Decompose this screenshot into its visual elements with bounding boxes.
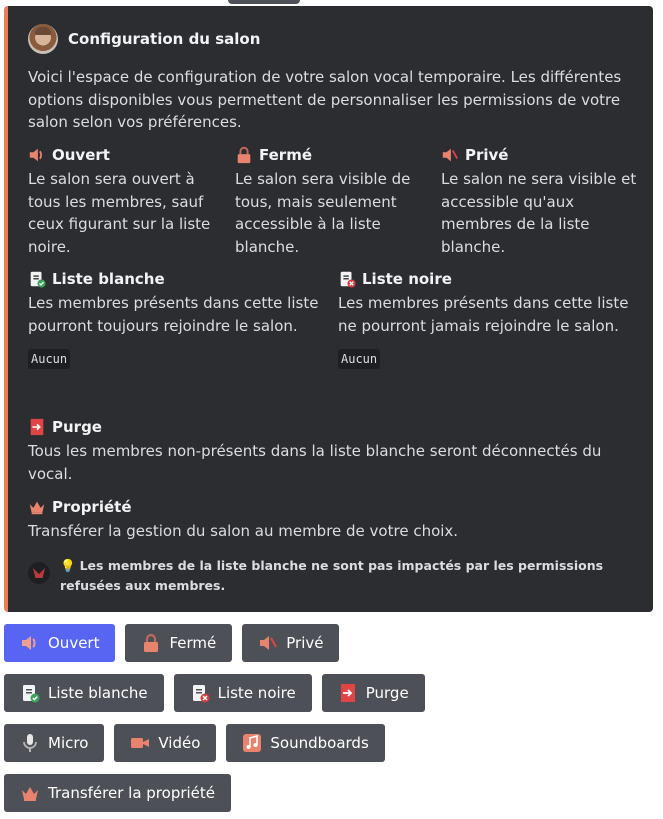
button-row-2: Liste blanche Liste noire Purge: [4, 674, 425, 712]
field-value-propriete: Transférer la gestion du salon au membre…: [28, 522, 459, 540]
field-title-prive: Privé: [465, 146, 509, 164]
field-title-propriete: Propriété: [52, 498, 132, 516]
speaker-icon: [20, 633, 40, 653]
clipboard-check-icon: [20, 683, 40, 703]
micro-button-label: Micro: [48, 734, 89, 752]
liste-blanche-button[interactable]: Liste blanche: [4, 674, 164, 712]
video-camera-icon: [130, 733, 150, 753]
soundboards-button[interactable]: Soundboards: [226, 724, 385, 762]
prive-button-label: Privé: [286, 634, 324, 652]
speaker-muted-icon: [441, 146, 459, 164]
clipboard-check-icon: [28, 270, 46, 288]
liste-noire-button-label: Liste noire: [217, 684, 296, 702]
transferer-propriete-button-label: Transférer la propriété: [48, 784, 216, 802]
field-title-liste-blanche: Liste blanche: [52, 270, 165, 288]
field-purge: Purge Tous les membres non-présents dans…: [28, 416, 628, 485]
field-title-ferme: Fermé: [259, 146, 313, 164]
author-name: Configuration du salon: [68, 30, 261, 48]
lock-icon: [235, 146, 253, 164]
video-button[interactable]: Vidéo: [114, 724, 217, 762]
ferme-button[interactable]: Fermé: [125, 624, 233, 662]
footer-text: Les membres de la liste blanche ne sont …: [60, 558, 604, 593]
field-title-purge: Purge: [52, 418, 102, 436]
author-avatar: [28, 24, 58, 54]
blacklist-members: Aucun: [338, 349, 381, 369]
micro-button[interactable]: Micro: [4, 724, 105, 762]
exit-door-icon: [28, 418, 46, 436]
field-value-liste-noire: Les membres présents dans cette liste ne…: [338, 294, 629, 335]
field-title-ouvert: Ouvert: [52, 146, 110, 164]
button-row-1: Ouvert Fermé Privé: [4, 624, 340, 662]
field-value-liste-blanche: Les membres présents dans cette liste po…: [28, 294, 319, 335]
field-value-purge: Tous les membres non-présents dans la li…: [28, 442, 602, 483]
embed-footer: 💡 Les membres de la liste blanche ne sont…: [28, 556, 628, 596]
button-row-3: Micro Vidéo Soundboards: [4, 724, 385, 762]
lock-icon: [141, 633, 161, 653]
speaker-muted-icon: [258, 633, 278, 653]
button-row-4: Transférer la propriété: [4, 774, 232, 812]
field-value-ferme: Le salon sera visible de tous, mais seul…: [235, 170, 411, 256]
liste-noire-button[interactable]: Liste noire: [173, 674, 312, 712]
field-value-ouvert: Le salon sera ouvert à tous les membres,…: [28, 170, 211, 256]
purge-button[interactable]: Purge: [321, 674, 425, 712]
field-prive: Privé Le salon ne sera visible et access…: [441, 144, 641, 258]
embed-author: Configuration du salon: [28, 24, 260, 54]
footer-logo-icon: [28, 562, 50, 584]
crown-icon: [28, 498, 46, 516]
exit-door-icon: [338, 683, 358, 703]
ouvert-button-label: Ouvert: [48, 634, 100, 652]
ferme-button-label: Fermé: [169, 634, 217, 652]
liste-blanche-button-label: Liste blanche: [48, 684, 148, 702]
clipboard-x-icon: [338, 270, 356, 288]
field-title-liste-noire: Liste noire: [362, 270, 452, 288]
config-embed: Configuration du salon Voici l'espace de…: [4, 6, 653, 612]
transferer-propriete-button[interactable]: Transférer la propriété: [4, 774, 232, 812]
field-propriete: Propriété Transférer la gestion du salon…: [28, 496, 628, 543]
crown-icon: [20, 783, 40, 803]
clipboard-x-icon: [190, 683, 210, 703]
previous-message-stub: [228, 0, 300, 4]
microphone-icon: [20, 733, 40, 753]
embed-description: Voici l'espace de configuration de votre…: [28, 68, 622, 131]
music-note-icon: [242, 733, 262, 753]
soundboards-button-label: Soundboards: [270, 734, 369, 752]
speaker-icon: [28, 146, 46, 164]
prive-button[interactable]: Privé: [242, 624, 340, 662]
field-ouvert: Ouvert Le salon sera ouvert à tous les m…: [28, 144, 218, 258]
lightbulb-icon: 💡: [60, 558, 76, 573]
whitelist-members: Aucun: [28, 349, 71, 369]
field-ferme: Fermé Le salon sera visible de tous, mai…: [235, 144, 425, 258]
field-liste-noire: Liste noire Les membres présents dans ce…: [338, 268, 638, 369]
ouvert-button[interactable]: Ouvert: [4, 624, 116, 662]
purge-button-label: Purge: [365, 684, 409, 702]
field-liste-blanche: Liste blanche Les membres présents dans …: [28, 268, 328, 369]
video-button-label: Vidéo: [158, 734, 201, 752]
field-value-prive: Le salon ne sera visible et accessible q…: [441, 170, 637, 256]
